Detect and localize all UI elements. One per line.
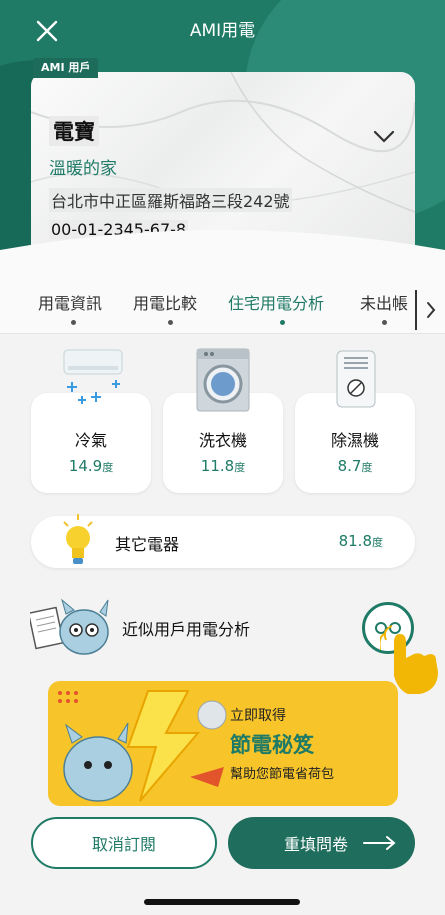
banner-line-3: 幫助您節電省荷包 <box>230 767 335 782</box>
other-appliances-card[interactable]: 其它電器 81.8度 <box>31 514 415 568</box>
arrow-right-icon <box>363 836 396 850</box>
account-name: 電寶 <box>49 116 99 146</box>
banner-line-1: 立即取得 <box>230 708 286 724</box>
dehumidifier-icon <box>336 350 376 408</box>
tab-indicator-dot <box>280 320 285 325</box>
curve-divider <box>0 230 445 280</box>
tab-unbilled[interactable]: 未出帳 <box>360 290 408 314</box>
chevron-down-icon[interactable] <box>373 130 395 144</box>
banner-line-2: 節電秘笈 <box>230 733 314 757</box>
other-appliances-label: 其它電器 <box>115 535 180 554</box>
lightbulb-icon <box>63 514 93 564</box>
account-nickname: 溫暖的家 <box>49 159 117 179</box>
page-title: AMI用電 <box>189 21 256 41</box>
appliance-label: 除濕機 <box>330 431 379 450</box>
tab-indicator-dot <box>168 320 173 325</box>
appliance-value: 14.9度 <box>68 457 114 475</box>
tab-power-info[interactable]: 用電資訊 <box>38 290 102 314</box>
similar-analysis-label: 近似用戶用電分析 <box>122 620 251 639</box>
refill-survey-button[interactable]: 重填問卷 <box>228 817 415 869</box>
other-appliances-value: 81.8度 <box>338 532 383 550</box>
account-address: 台北市中正區羅斯福路三段242號 <box>49 188 292 212</box>
appliance-value: 8.7度 <box>337 457 373 475</box>
washing-machine-icon <box>196 348 250 412</box>
appliance-label: 冷氣 <box>74 431 107 450</box>
home-indicator <box>144 899 300 905</box>
cancel-subscription-button[interactable]: 取消訂閱 <box>31 817 217 869</box>
tab-indicator-dot <box>71 320 76 325</box>
air-conditioner-icon <box>63 349 123 404</box>
energy-tips-banner[interactable]: 立即取得 節電秘笈 幫助您節電省荷包 <box>48 681 398 806</box>
refill-survey-label: 重填問卷 <box>284 835 349 854</box>
tab-power-compare[interactable]: 用電比較 <box>133 290 197 314</box>
appliance-value: 11.8度 <box>200 457 246 475</box>
tab-bar: 用電資訊 用電比較 住宅用電分析 未出帳 <box>0 272 445 334</box>
megaphone-icon <box>190 767 224 787</box>
ami-user-tag: AMI 用戶 <box>33 58 99 78</box>
tab-residential-analysis[interactable]: 住宅用電分析 <box>228 290 324 314</box>
mascot-icon <box>30 598 109 655</box>
appliance-label: 洗衣機 <box>198 431 247 450</box>
tab-scroll-right-button[interactable] <box>415 290 445 330</box>
chevron-right-icon <box>427 302 436 318</box>
tab-indicator-dot <box>382 320 387 325</box>
